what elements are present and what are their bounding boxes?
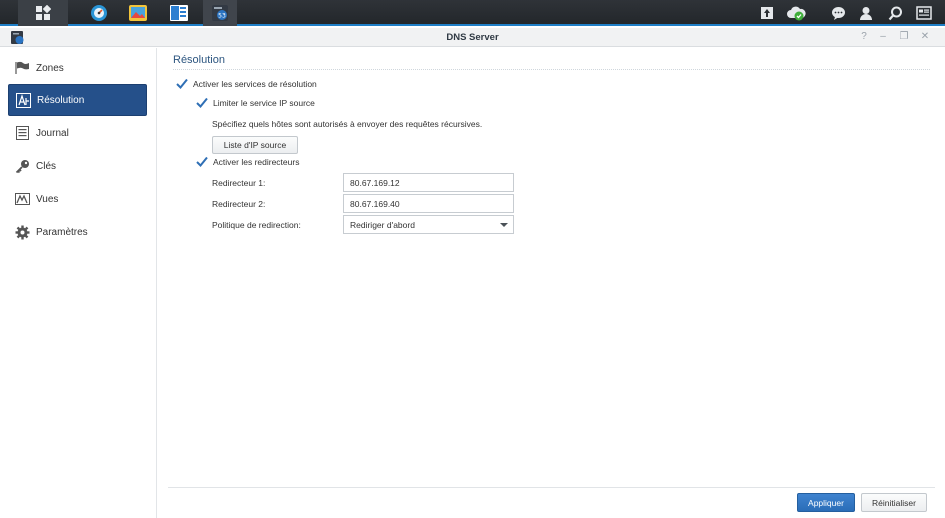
views-icon — [14, 191, 30, 207]
sidebar-item-journal[interactable]: Journal — [8, 117, 147, 149]
forwarder1-label: Redirecteur 1: — [212, 178, 266, 188]
forwarder1-input[interactable]: 80.67.169.12 — [343, 173, 514, 192]
dns-server-icon: 53 — [212, 5, 228, 21]
taskbar-app-resource-monitor[interactable] — [82, 0, 116, 26]
user-icon — [860, 6, 872, 20]
taskbar: 53 — [0, 0, 945, 26]
widgets-icon — [916, 6, 932, 20]
upload-icon — [761, 7, 773, 19]
checkmark-icon — [195, 97, 208, 108]
forward-policy-label: Politique de redirection: — [212, 220, 301, 230]
svg-text:53: 53 — [218, 13, 226, 20]
sidebar-item-label: Journal — [36, 127, 69, 139]
package-center-icon — [170, 5, 188, 21]
sidebar-item-resolution[interactable]: Résolution — [8, 84, 147, 116]
photo-station-icon — [129, 5, 147, 21]
user-button[interactable] — [852, 0, 880, 26]
key-icon — [14, 158, 30, 174]
enable-forwarders-label: Activer les redirecteurs — [213, 157, 300, 167]
help-button[interactable]: ? — [858, 31, 870, 43]
restore-button[interactable]: ❐ — [898, 31, 910, 43]
forward-policy-select[interactable]: Rediriger d'abord — [343, 215, 514, 234]
widgets-button[interactable] — [910, 0, 938, 26]
main-panel: Résolution Activer les services de résol… — [158, 48, 945, 518]
reset-button[interactable]: Réinitialiser — [861, 493, 927, 512]
close-button[interactable]: ✕ — [919, 31, 931, 43]
checkmark-icon — [195, 156, 208, 167]
resource-monitor-icon — [91, 5, 107, 21]
limit-source-ip-checkbox[interactable] — [195, 96, 208, 109]
search-icon — [888, 6, 902, 20]
sidebar-item-settings[interactable]: Paramètres — [8, 216, 147, 248]
enable-forwarders-checkbox[interactable] — [195, 155, 208, 168]
enable-resolution-checkbox[interactable] — [175, 77, 188, 90]
chat-button[interactable] — [824, 0, 852, 26]
taskbar-app-package-center[interactable] — [162, 0, 196, 26]
flag-icon — [14, 60, 30, 76]
window-title: DNS Server — [446, 32, 499, 43]
forward-policy-value: Rediriger d'abord — [350, 219, 415, 230]
sidebar-item-keys[interactable]: Clés — [8, 150, 147, 182]
forwarder2-input[interactable]: 80.67.169.40 — [343, 194, 514, 213]
minimize-button[interactable]: – — [877, 31, 889, 43]
sidebar-item-views[interactable]: Vues — [8, 183, 147, 215]
cloud-sync-icon — [787, 6, 806, 21]
sidebar-item-zones[interactable]: Zones — [8, 52, 147, 84]
sidebar-item-label: Résolution — [37, 94, 85, 106]
window-titlebar[interactable]: DNS Server ? – ❐ ✕ — [0, 28, 945, 47]
gear-icon — [14, 224, 30, 240]
recursive-hint-text: Spécifiez quels hôtes sont autorisés à e… — [212, 119, 483, 129]
section-title: Résolution — [173, 54, 225, 66]
sidebar-item-label: Paramètres — [36, 226, 88, 238]
cloud-sync-button[interactable] — [782, 0, 810, 26]
upload-button[interactable] — [753, 0, 781, 26]
enable-resolution-label: Activer les services de résolution — [193, 79, 317, 89]
resolution-icon — [15, 92, 31, 108]
log-icon — [14, 125, 30, 141]
footer-divider — [168, 487, 935, 488]
search-button[interactable] — [881, 0, 909, 26]
sidebar-item-label: Vues — [36, 193, 59, 205]
main-menu-icon — [36, 5, 51, 20]
apply-button[interactable]: Appliquer — [797, 493, 855, 512]
checkmark-icon — [175, 78, 188, 89]
taskbar-app-dns-server[interactable]: 53 — [203, 0, 237, 26]
source-ip-list-button[interactable]: Liste d'IP source — [212, 136, 298, 154]
section-divider — [173, 69, 930, 70]
chat-icon — [831, 6, 845, 20]
chevron-down-icon — [500, 223, 508, 227]
limit-source-ip-label: Limiter le service IP source — [213, 98, 315, 108]
sidebar-item-label: Zones — [36, 62, 64, 74]
taskbar-app-photo-station[interactable] — [121, 0, 155, 26]
sidebar-item-label: Clés — [36, 160, 57, 172]
main-menu-button[interactable] — [18, 0, 68, 26]
sidebar: Zones Résolution Journal Clés Vues Param… — [0, 48, 157, 518]
forwarder2-label: Redirecteur 2: — [212, 199, 266, 209]
